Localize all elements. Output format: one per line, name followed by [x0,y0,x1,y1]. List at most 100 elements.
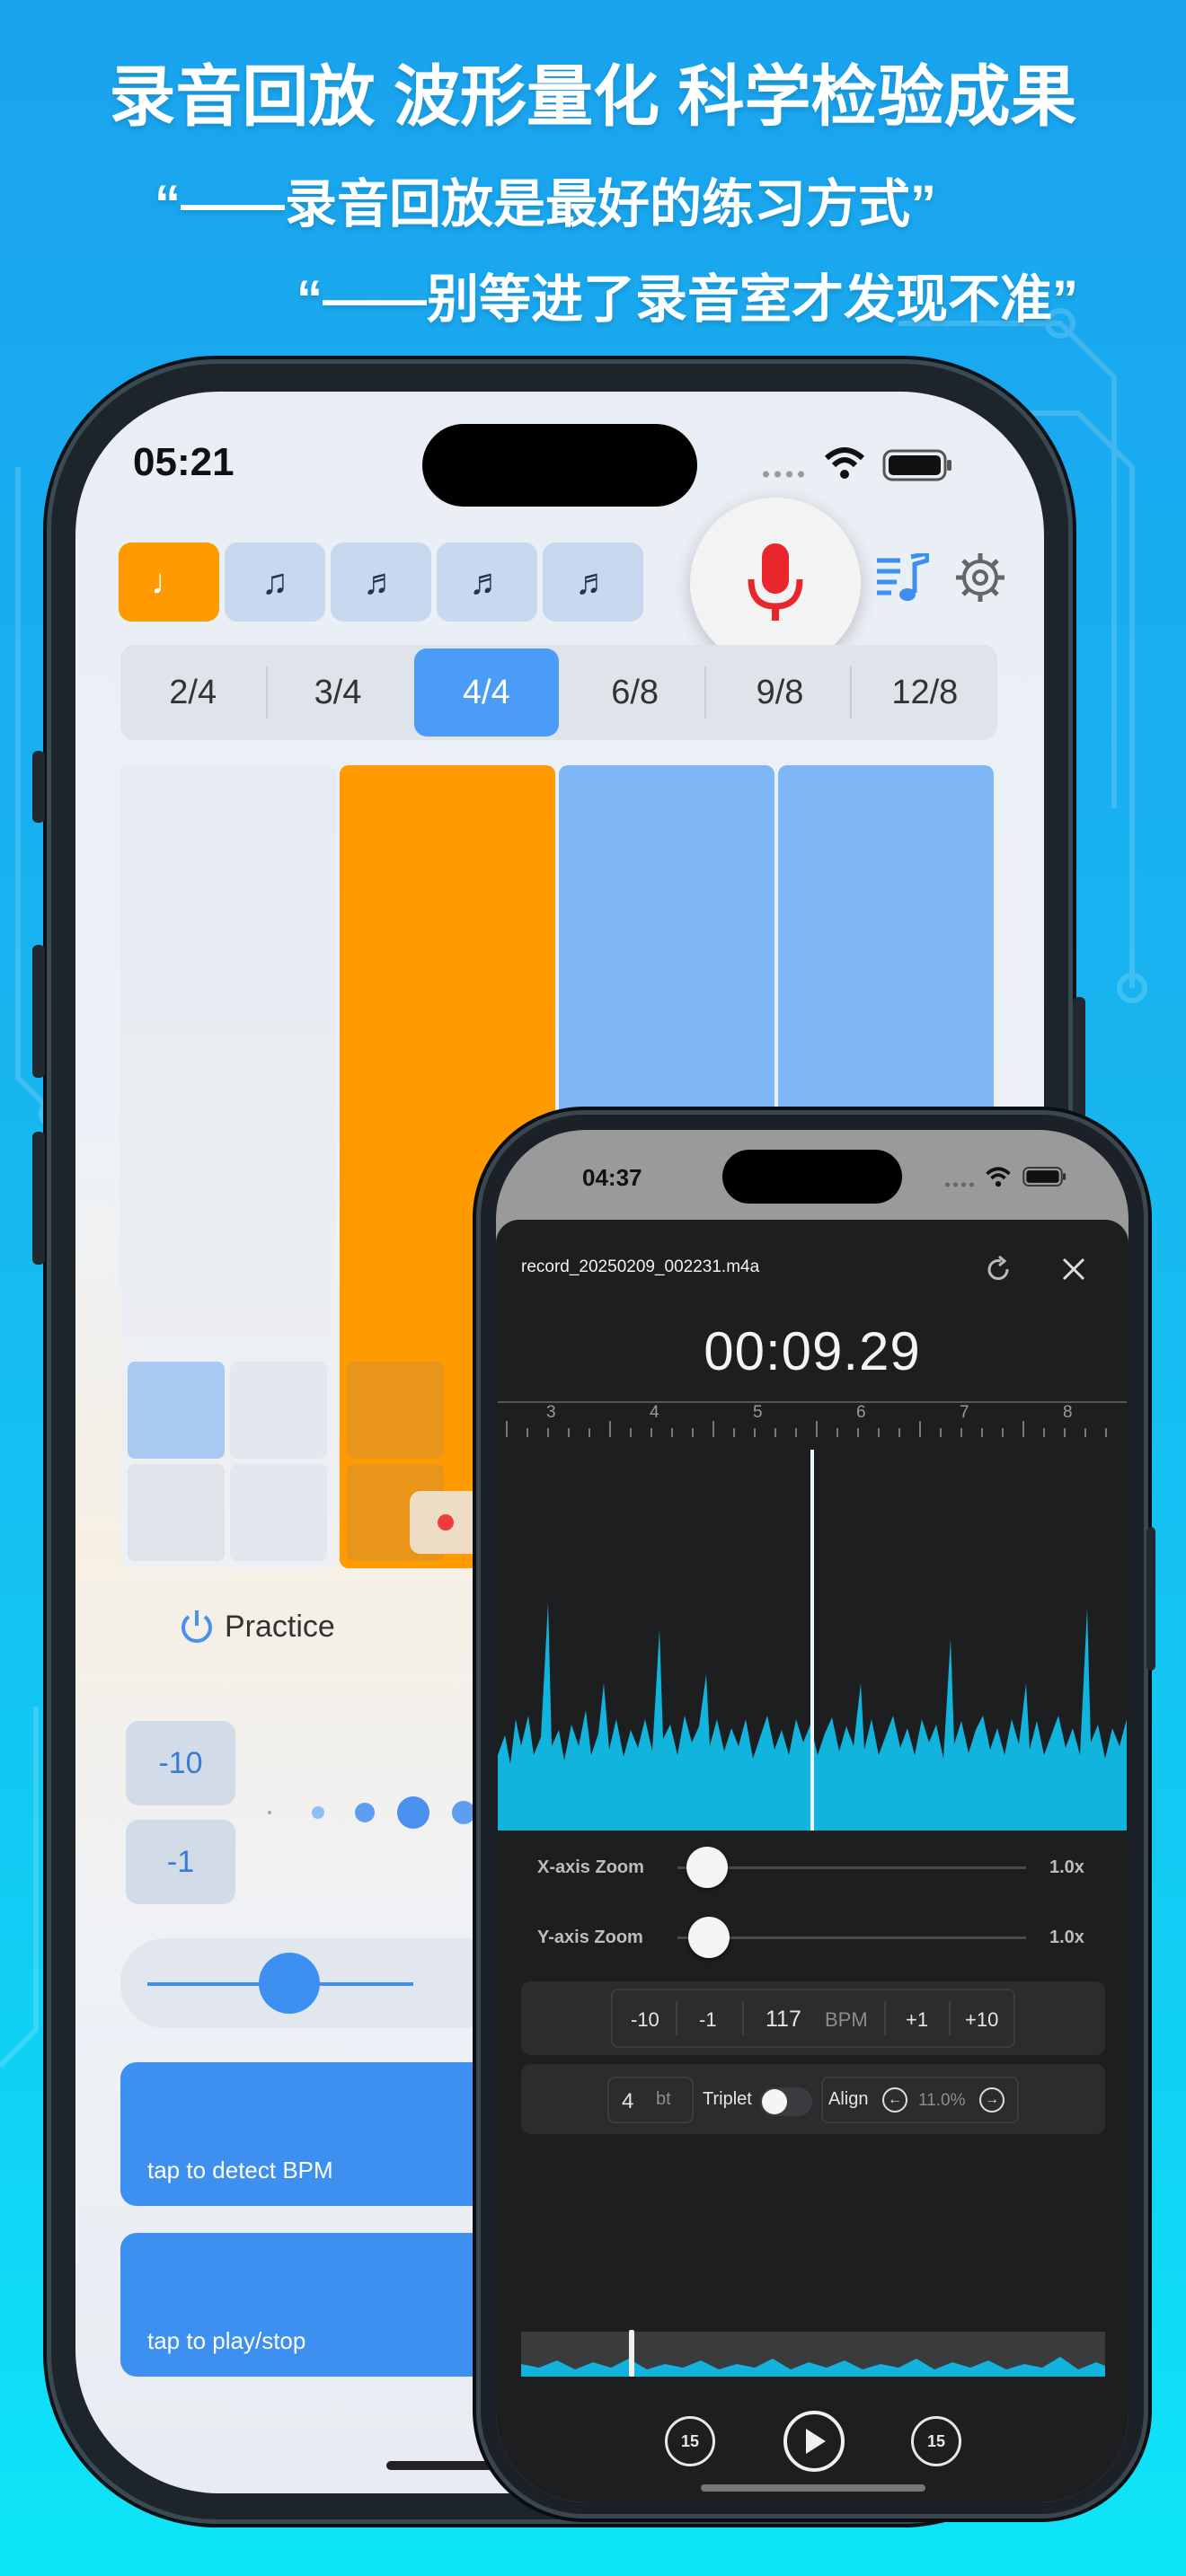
bpm-control-group [611,1989,1015,2048]
skip-forward-15-button[interactable]: 15 [911,2416,961,2466]
y-zoom-knob[interactable] [688,1917,730,1958]
wifi-icon [824,447,865,479]
playlist-icon[interactable] [875,553,929,604]
beat-column-3[interactable] [559,765,774,1125]
home-indicator [701,2484,925,2492]
align-value: 11.0% [918,2091,966,2110]
refresh-icon[interactable] [983,1254,1013,1284]
side-button [1146,1527,1155,1671]
bpm-plus1-button[interactable]: +1 [906,2008,928,2032]
bpm-minus1-button[interactable]: -1 [699,2008,717,2032]
headline-title: 录音回放 波形量化 科学检验成果 [109,59,1077,134]
side-button [32,1132,45,1265]
battery-icon [882,449,951,481]
divider [949,2001,951,2035]
x-zoom-slider[interactable] [677,1866,1026,1869]
time-signature-option-selected[interactable]: 4/4 [413,648,559,737]
beats-unit: bt [656,2089,671,2109]
divider [704,666,706,719]
divider [266,666,268,719]
subdivision-cell[interactable] [347,1362,444,1459]
align-label: Align [828,2089,869,2109]
microphone-icon [748,543,803,621]
dynamic-island [422,424,697,507]
tap-detect-bpm-button[interactable]: tap to detect BPM [120,2062,534,2206]
align-right-icon[interactable]: → [979,2087,1005,2113]
headline-quote-1: “——录音回放是最好的练习方式” [155,175,937,234]
bpm-unit: BPM [825,2008,868,2031]
power-icon [181,1610,212,1643]
beats-value: 4 [622,2089,634,2113]
bpm-plus10-button[interactable]: +10 [965,2008,998,2032]
note-sixteenth-button[interactable]: ♬ [437,543,537,622]
tempo-dots [268,1796,475,1829]
subdivision-cell[interactable] [128,1464,225,1561]
beats-field[interactable] [607,2077,694,2123]
bpm-minus1-button[interactable]: -1 [126,1820,235,1904]
settings-gear-icon[interactable] [954,551,1006,604]
time-signature-option[interactable]: 2/4 [120,645,265,740]
y-zoom-label: Y-axis Zoom [537,1928,643,1947]
time-signature-option[interactable]: 9/8 [707,645,852,740]
battery-icon [1022,1167,1067,1187]
divider [884,2001,886,2035]
bpm-value[interactable]: 117 [766,2007,801,2033]
bpm-minus10-button[interactable]: -10 [126,1721,235,1805]
note-triplet-button[interactable]: ♬ [331,543,431,622]
x-zoom-knob[interactable] [686,1847,728,1888]
close-icon[interactable] [1060,1256,1087,1283]
practice-toggle[interactable]: Practice [178,1608,335,1645]
detect-bpm-hint: tap to detect BPM [147,2157,333,2183]
subdivision-cell[interactable] [128,1362,225,1459]
tempo-slider-knob[interactable] [259,1953,320,2014]
dynamic-island [722,1150,902,1204]
triplet-toggle-knob [762,2089,787,2114]
play-icon [806,2429,826,2454]
note-eighth-button[interactable]: ♫ [225,543,325,622]
headline-quote-2: “——别等进了录音室才发现不准” [296,270,1079,329]
recording-filename: record_20250209_002231.m4a [521,1257,760,1276]
time-ruler [498,1401,1127,1437]
ruler-label: 5 [753,1403,763,1422]
subdivision-cell[interactable] [230,1362,327,1459]
status-time: 05:21 [133,440,235,484]
record-button[interactable] [690,498,861,668]
side-button [32,751,45,823]
bpm-minus10-button[interactable]: -10 [631,2008,659,2032]
elapsed-time: 00:09.29 [704,1321,921,1381]
triplet-toggle[interactable] [760,2087,812,2116]
divider [742,2001,744,2035]
ruler-label: 4 [650,1403,659,1422]
time-signature-option[interactable]: 3/4 [265,645,410,740]
x-zoom-value: 1.0x [1049,1857,1084,1877]
waveform-view[interactable] [498,1450,1127,1831]
tap-play-stop-button[interactable]: tap to play/stop [120,2233,534,2377]
ruler-label: 6 [856,1403,866,1422]
divider [850,666,852,719]
play-button[interactable] [783,2411,845,2472]
home-indicator [386,2461,494,2470]
play-stop-hint: tap to play/stop [147,2327,306,2354]
triplet-label: Triplet [703,2089,752,2109]
skip-back-15-button[interactable]: 15 [665,2416,715,2466]
signal-dots-icon [943,1182,976,1187]
time-signature-option[interactable]: 6/8 [562,645,707,740]
signal-dots-icon [760,471,809,478]
divider [676,2001,677,2035]
note-quarter-button[interactable]: ♩ [119,543,219,622]
y-zoom-value: 1.0x [1049,1928,1084,1947]
overview-playhead[interactable] [629,2330,634,2377]
time-signature-option[interactable]: 12/8 [853,645,997,740]
ruler-label: 3 [546,1403,556,1422]
tempo-slider[interactable] [120,1938,516,2028]
mini-waveform [521,2357,1105,2377]
y-zoom-slider[interactable] [677,1936,1026,1939]
note-dotted-button[interactable]: ♬ [543,543,643,622]
ruler-label: 7 [960,1403,969,1422]
ruler-label: 8 [1063,1403,1073,1422]
wifi-icon [986,1167,1011,1187]
align-left-icon[interactable]: ← [882,2087,907,2113]
player-status-time: 04:37 [582,1164,642,1191]
subdivision-cell[interactable] [230,1464,327,1561]
beat-column-4[interactable] [778,765,994,1125]
